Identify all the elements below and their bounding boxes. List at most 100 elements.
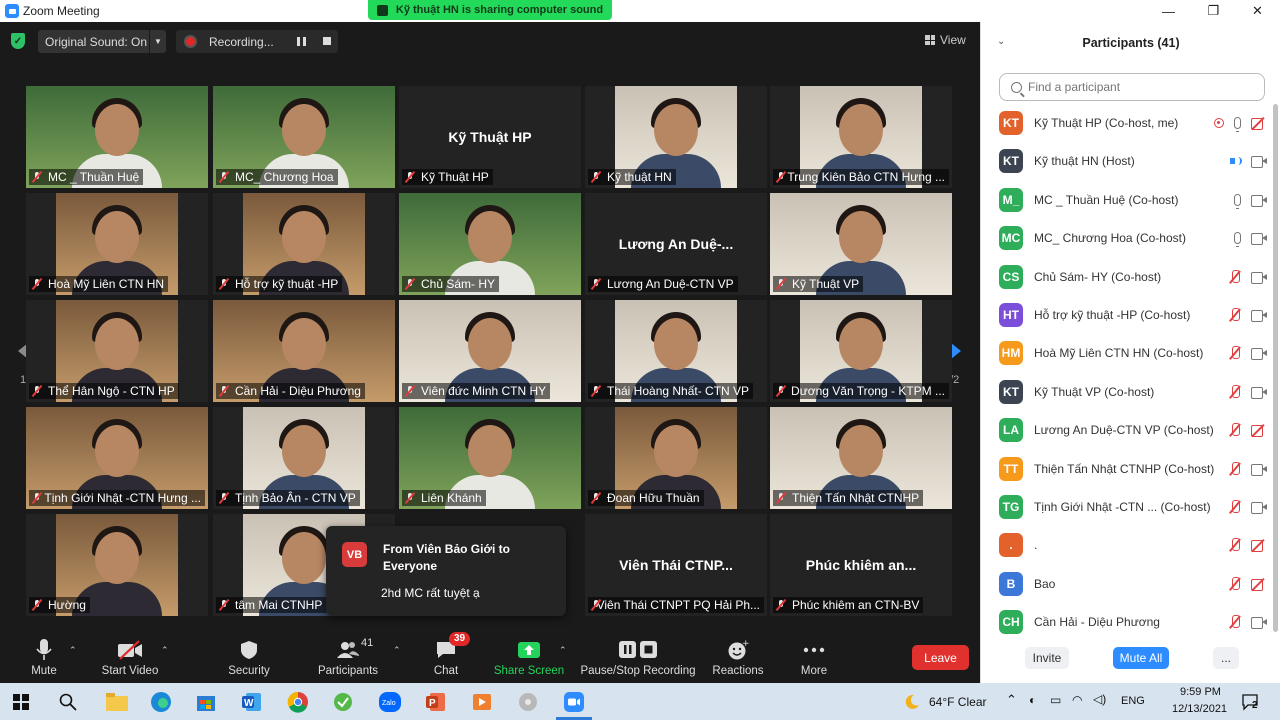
mute-button[interactable]: Mute	[26, 628, 62, 683]
muted-mic-icon[interactable]	[1229, 538, 1241, 552]
word-icon[interactable]: W	[239, 689, 265, 715]
participant-row[interactable]: TG Tịnh Giới Nhật -CTN ... (Co-host)	[981, 488, 1280, 526]
video-tile[interactable]: Chủ Sám- HY	[399, 193, 581, 295]
audio-options-chevron-icon[interactable]: ⌃	[69, 645, 79, 656]
speaking-icon[interactable]	[1229, 155, 1242, 167]
participant-row[interactable]: TT Thiện Tấn Nhật CTNHP (Co-host)	[981, 450, 1280, 488]
video-tile[interactable]: Tịnh Giới Nhật -CTN Hưng ...	[26, 407, 208, 509]
mute-all-button[interactable]: Mute All	[1113, 647, 1169, 669]
participant-row[interactable]: KT Kỹ Thuật HP (Co-host, me)	[981, 104, 1280, 142]
participant-list-scrollbar[interactable]	[1271, 102, 1279, 632]
muted-mic-icon[interactable]	[1229, 269, 1241, 284]
disc-icon[interactable]	[515, 689, 541, 715]
weather-text[interactable]: 64°F Clear	[929, 695, 987, 709]
weather-moon-icon[interactable]	[899, 689, 925, 715]
recording-status-icon[interactable]	[1214, 118, 1224, 128]
microphone-icon[interactable]	[1234, 232, 1241, 248]
input-language[interactable]: ENG	[1121, 695, 1145, 707]
video-tile[interactable]: Phúc khiêm an... Phúc khiêm an CTN-BV	[770, 514, 952, 616]
show-hidden-icons-chevron-icon[interactable]: ⌃	[1006, 692, 1017, 708]
reactions-button[interactable]: + Reactions	[710, 628, 766, 683]
participant-row[interactable]: B Bao	[981, 565, 1280, 603]
video-camera-icon[interactable]	[1251, 617, 1267, 630]
participant-search[interactable]: Find a participant	[999, 73, 1265, 101]
video-tile[interactable]: Kỹ Thuật VP	[770, 193, 952, 295]
video-tile[interactable]: Đoan Hữu Thuần	[585, 407, 767, 509]
video-tile[interactable]: Liên Khánh	[399, 407, 581, 509]
more-options-button[interactable]: ...	[1213, 647, 1239, 669]
video-tile[interactable]: Hoà Mỹ Liên CTN HN	[26, 193, 208, 295]
muted-mic-icon[interactable]	[1229, 384, 1241, 399]
notifications-icon[interactable]	[1238, 689, 1264, 715]
video-camera-icon[interactable]	[1251, 156, 1267, 169]
powerpoint-icon[interactable]: P	[423, 689, 449, 715]
participant-row[interactable]: LA Lương An Duệ-CTN VP (Co-host)	[981, 411, 1280, 449]
participants-options-chevron-icon[interactable]: ⌃	[393, 645, 403, 656]
video-tile[interactable]: Trung Kiên Bảo CTN Hưng ...	[770, 86, 952, 188]
participant-row[interactable]: M_ MC _ Thuần Huệ (Co-host)	[981, 181, 1280, 219]
network-icon[interactable]: ▭	[1050, 693, 1061, 707]
search-icon[interactable]	[55, 689, 81, 715]
video-camera-icon[interactable]	[1251, 233, 1267, 246]
zalo-icon[interactable]: Zalo	[377, 689, 403, 715]
microphone-icon[interactable]	[1234, 193, 1241, 209]
participants-button[interactable]: 41 Participants	[316, 628, 380, 683]
maximize-button[interactable]: ❐	[1191, 0, 1236, 22]
zoom-taskbar-icon[interactable]	[561, 689, 587, 715]
video-tile[interactable]: Dương Văn Trọng - KTPM ...	[770, 300, 952, 402]
original-sound-button[interactable]: Original Sound: On ▼	[38, 30, 166, 53]
chat-notification-popup[interactable]: VB From Viên Bảo Giới to Everyone 2hd MC…	[326, 526, 566, 616]
video-tile[interactable]: Kỹ thuật HN	[585, 86, 767, 188]
stop-icon[interactable]	[323, 37, 331, 45]
more-button[interactable]: More	[798, 628, 830, 683]
chrome-icon[interactable]	[285, 689, 311, 715]
video-camera-icon[interactable]	[1251, 194, 1267, 207]
clock-time[interactable]: 9:59 PM	[1180, 686, 1221, 698]
video-camera-icon[interactable]	[1251, 310, 1267, 322]
app-icon[interactable]	[330, 689, 356, 715]
video-options-chevron-icon[interactable]: ⌃	[161, 645, 171, 656]
muted-mic-icon[interactable]	[1229, 461, 1241, 476]
video-camera-off-icon[interactable]	[1251, 424, 1267, 438]
minimize-button[interactable]: —	[1146, 0, 1191, 22]
view-button[interactable]: View	[925, 33, 966, 47]
invite-button[interactable]: Invite	[1025, 647, 1069, 669]
security-button[interactable]: Security	[226, 628, 272, 683]
muted-mic-icon[interactable]	[1229, 308, 1241, 322]
sharing-sound-banner[interactable]: Kỹ thuật HN is sharing computer sound	[368, 0, 612, 20]
video-tile[interactable]: Thể Hân Ngộ - CTN HP	[26, 300, 208, 402]
video-camera-icon[interactable]	[1251, 386, 1267, 399]
clock-date[interactable]: 12/13/2021	[1172, 703, 1227, 715]
close-button[interactable]: ✕	[1235, 0, 1280, 22]
participant-row[interactable]: CH Cần Hải - Diệu Phương	[981, 603, 1280, 641]
share-screen-button[interactable]: Share Screen	[494, 628, 564, 683]
video-camera-icon[interactable]	[1251, 463, 1267, 476]
pause-stop-recording-button[interactable]: Pause/Stop Recording	[580, 628, 696, 683]
encryption-shield-icon[interactable]: ✓	[11, 33, 25, 49]
chevron-down-icon[interactable]: ▼	[149, 30, 166, 53]
muted-mic-icon[interactable]	[1229, 500, 1241, 514]
muted-mic-icon[interactable]	[1229, 576, 1241, 591]
video-camera-icon[interactable]	[1251, 348, 1267, 361]
media-player-icon[interactable]	[469, 689, 495, 715]
scrollbar-thumb[interactable]	[1273, 104, 1278, 632]
video-tile[interactable]: MC_ Chương Hoa	[213, 86, 395, 188]
store-icon[interactable]	[193, 689, 219, 715]
video-tile[interactable]: Cần Hải - Diệu Phương	[213, 300, 395, 402]
video-tile[interactable]: Hường	[26, 514, 208, 616]
pause-icon[interactable]	[294, 35, 308, 48]
video-tile[interactable]: Lương An Duệ-... Lương An Duệ-CTN VP	[585, 193, 767, 295]
video-tile[interactable]: MC _ Thuần Huệ	[26, 86, 208, 188]
microphone-icon[interactable]	[1234, 117, 1241, 132]
muted-mic-icon[interactable]	[1229, 615, 1241, 629]
windows-start-icon[interactable]	[8, 689, 34, 715]
participant-row[interactable]: HM Hoà Mỹ Liên CTN HN (Co-host)	[981, 334, 1280, 372]
participant-row[interactable]: KT Kỹ Thuật VP (Co-host)	[981, 373, 1280, 411]
tray-app-icon[interactable]: ◐	[1029, 693, 1036, 707]
muted-mic-icon[interactable]	[1229, 346, 1241, 360]
participant-row[interactable]: ..	[981, 526, 1280, 564]
muted-mic-icon[interactable]	[1229, 423, 1241, 437]
video-camera-off-icon[interactable]	[1251, 539, 1267, 553]
participant-row[interactable]: CS Chủ Sám- HY (Co-host)	[981, 258, 1280, 296]
video-tile[interactable]: Tịnh Bảo Ân - CTN VP	[213, 407, 395, 509]
